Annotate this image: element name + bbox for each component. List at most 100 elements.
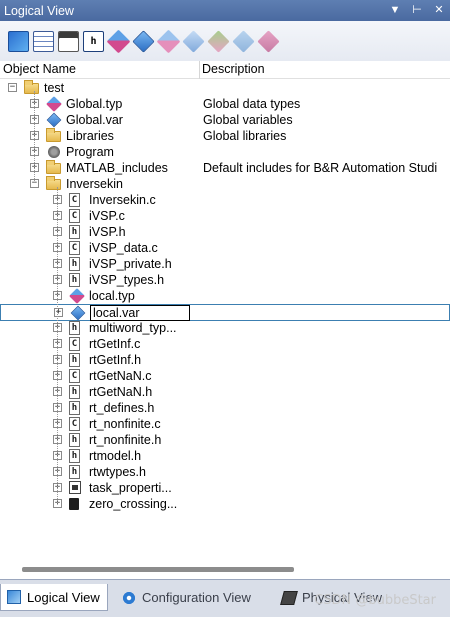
tree-item-label: iVSP_data.c xyxy=(89,241,158,255)
tree-item-label: Global.typ xyxy=(66,97,123,111)
tree-row[interactable]: + CiVSP_data.c xyxy=(0,240,450,256)
source-file-icon: C xyxy=(69,209,80,223)
tree-row[interactable]: + h rtwtypes.h xyxy=(0,464,450,480)
source-file-icon: C xyxy=(69,193,80,207)
add-datatype-icon[interactable] xyxy=(156,29,181,53)
source-file-icon: C xyxy=(69,337,80,351)
tree-row[interactable]: + Libraries Global libraries xyxy=(0,128,450,144)
datatype-icon xyxy=(69,288,85,304)
configuration-view-icon xyxy=(122,590,136,605)
tree-item-label: rtwtypes.h xyxy=(89,465,146,479)
tree-row[interactable]: + Global.var Global variables xyxy=(0,112,450,128)
tree-row[interactable]: + h rt_nonfinite.h xyxy=(0,432,450,448)
tree-item-label: Global.var xyxy=(66,113,123,127)
variable-icon[interactable] xyxy=(132,29,155,53)
tree-row[interactable]: + h rt_defines.h xyxy=(0,400,450,416)
tab-configuration-view[interactable]: Configuration View xyxy=(116,584,266,611)
variable-icon xyxy=(70,305,86,321)
tree-item-label: rtGetInf.h xyxy=(89,353,142,367)
tree-row[interactable]: + Crt_nonfinite.c xyxy=(0,416,450,432)
tree-row[interactable]: + CrtGetInf.c xyxy=(0,336,450,352)
tree-row[interactable]: + h multiword_typ... xyxy=(0,320,450,336)
source-file-icon: C xyxy=(69,417,80,431)
collapse-icon[interactable]: − xyxy=(8,83,17,92)
source-file-icon: h xyxy=(69,321,80,335)
open-icon[interactable] xyxy=(8,30,29,52)
source-file-icon: h xyxy=(69,433,80,447)
tree-item-description: Global data types xyxy=(203,97,301,111)
logical-view-tree: − test + Global.typ Global data types + Global… xyxy=(0,79,450,559)
tree-row[interactable]: + h rtGetNaN.h xyxy=(0,384,450,400)
source-file-icon: h xyxy=(69,401,80,415)
tree-row[interactable]: + zero_crossing... xyxy=(0,496,450,512)
tree-item-label: rtGetInf.c xyxy=(89,337,141,351)
tree-item-label: Inversekin xyxy=(66,177,123,191)
tree-row[interactable]: + h iVSP_types.h xyxy=(0,272,450,288)
tree-item-label: iVSP.c xyxy=(89,209,125,223)
tree-item-label: rt_nonfinite.c xyxy=(89,417,161,431)
dropdown-arrow-icon[interactable]: ▼ xyxy=(388,2,402,18)
tree-connector xyxy=(34,91,35,183)
tree-item-label: rtGetNaN.h xyxy=(89,385,153,399)
tree-row[interactable]: + CrtGetNaN.c xyxy=(0,368,450,384)
tree-row[interactable]: + C Inversekin.c xyxy=(0,192,450,208)
disabled-icon-3[interactable] xyxy=(257,29,280,53)
tree-item-label: test xyxy=(44,81,65,95)
column-object-name[interactable]: Object Name xyxy=(3,62,76,76)
expand-icon[interactable]: + xyxy=(54,308,63,317)
tree-row[interactable]: − test xyxy=(0,80,450,96)
folder-icon xyxy=(46,176,61,190)
column-separator[interactable] xyxy=(199,61,200,79)
folder-icon xyxy=(24,80,39,94)
disabled-icon-1[interactable] xyxy=(207,29,230,53)
tree-item-label: rtmodel.h xyxy=(89,449,142,463)
pin-icon[interactable]: ⊢ xyxy=(410,2,424,18)
tree-row[interactable]: + MATLAB_includes Default includes for B&R… xyxy=(0,160,450,176)
tree-row[interactable]: + Global.typ Global data types xyxy=(0,96,450,112)
task-icon xyxy=(69,481,81,494)
tree-row[interactable]: + h rtGetInf.h xyxy=(0,352,450,368)
tree-item-description: Default includes for B&R Automation Stud… xyxy=(203,161,438,175)
add-variable-icon[interactable] xyxy=(182,29,205,53)
tree-item-label: Libraries xyxy=(66,129,114,143)
program-icon xyxy=(48,146,60,158)
tree-item-label: iVSP_private.h xyxy=(89,257,172,271)
tree-row[interactable]: + h iVSP.h xyxy=(0,224,450,240)
tab-logical-view[interactable]: Logical View xyxy=(0,584,108,611)
properties-icon[interactable] xyxy=(58,30,79,52)
close-icon[interactable]: ✕ xyxy=(432,2,446,18)
tree-row[interactable]: + local.typ xyxy=(0,288,450,304)
tree-row[interactable]: + h iVSP_private.h xyxy=(0,256,450,272)
panel-title: Logical View xyxy=(4,3,74,18)
folder-icon xyxy=(46,128,61,142)
tree-item-label: Program xyxy=(66,145,114,159)
datatype-icon[interactable] xyxy=(106,29,131,53)
tree-row[interactable]: + Program xyxy=(0,144,450,160)
tree-row[interactable]: − Inversekin xyxy=(0,176,450,192)
tree-item-label: local.typ xyxy=(89,289,135,303)
variable-icon xyxy=(46,112,62,128)
source-file-icon: C xyxy=(69,369,80,383)
source-file-icon: h xyxy=(69,257,80,271)
tree-item-label[interactable]: local.var xyxy=(90,305,190,321)
source-file-icon: h xyxy=(69,273,80,287)
scrollbar-thumb[interactable] xyxy=(22,567,294,572)
horizontal-scrollbar[interactable] xyxy=(0,560,450,577)
disabled-icon-2[interactable] xyxy=(232,29,255,53)
tab-label: Logical View xyxy=(27,589,100,605)
source-file-icon: h xyxy=(69,385,80,399)
column-description[interactable]: Description xyxy=(202,62,265,76)
tree-item-label: task_properti... xyxy=(89,481,172,495)
tree-item-label: zero_crossing... xyxy=(89,497,178,511)
tree-row[interactable]: + CiVSP.c xyxy=(0,208,450,224)
folder-icon xyxy=(46,160,61,174)
tree-item-label: rt_defines.h xyxy=(89,401,155,415)
tree-row[interactable]: + h rtmodel.h xyxy=(0,448,450,464)
tree-row[interactable]: + local.var xyxy=(0,304,450,321)
table-icon[interactable] xyxy=(33,30,54,52)
toolbar: h xyxy=(0,21,450,61)
source-file-icon: h xyxy=(69,465,80,479)
tree-item-label: multiword_typ... xyxy=(89,321,177,335)
tree-row[interactable]: + task_properti... xyxy=(0,480,450,496)
header-file-icon[interactable]: h xyxy=(83,30,104,52)
